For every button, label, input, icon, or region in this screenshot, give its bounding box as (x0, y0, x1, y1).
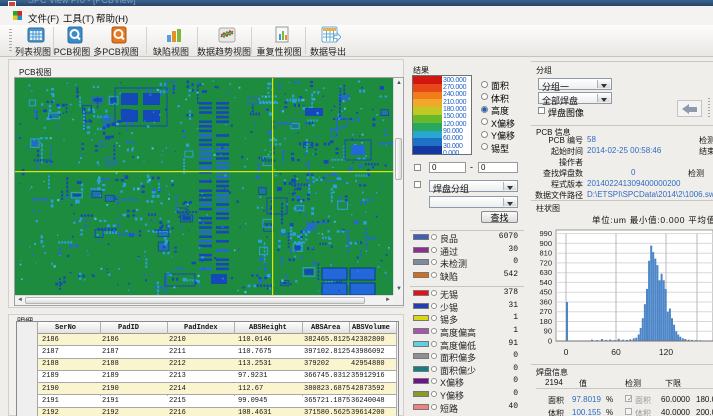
svg-text:60: 60 (611, 347, 621, 357)
svg-text:0: 0 (548, 337, 552, 346)
svg-text:120: 120 (659, 347, 673, 357)
svg-text:990: 990 (539, 229, 552, 238)
svg-text:810: 810 (539, 249, 552, 258)
svg-text:180: 180 (539, 317, 552, 326)
svg-text:720: 720 (539, 258, 552, 267)
svg-text:270: 270 (539, 307, 552, 316)
svg-text:360: 360 (539, 298, 552, 307)
svg-text:540: 540 (539, 278, 552, 287)
svg-text:90: 90 (544, 327, 552, 336)
svg-text:450: 450 (539, 288, 552, 297)
svg-text:0: 0 (564, 347, 569, 357)
svg-text:900: 900 (539, 239, 552, 248)
svg-text:630: 630 (539, 268, 552, 277)
